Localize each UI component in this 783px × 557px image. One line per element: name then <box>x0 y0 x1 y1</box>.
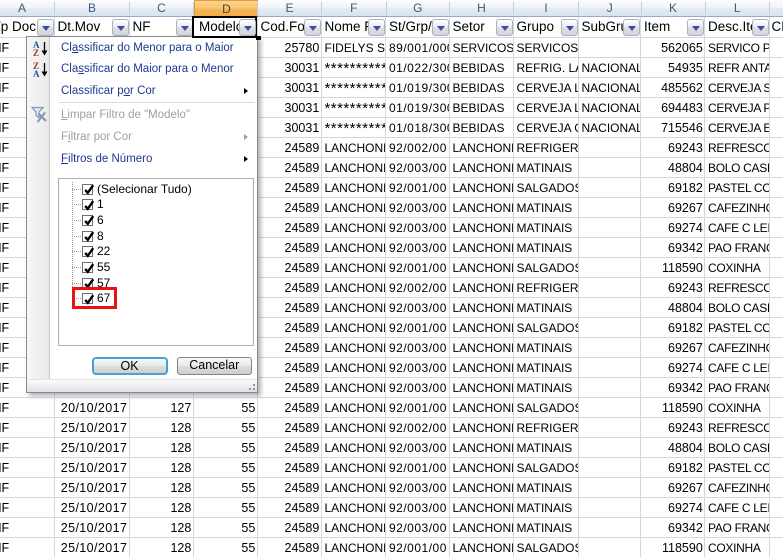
svg-text:Z: Z <box>33 48 39 57</box>
svg-text:A: A <box>33 69 40 78</box>
